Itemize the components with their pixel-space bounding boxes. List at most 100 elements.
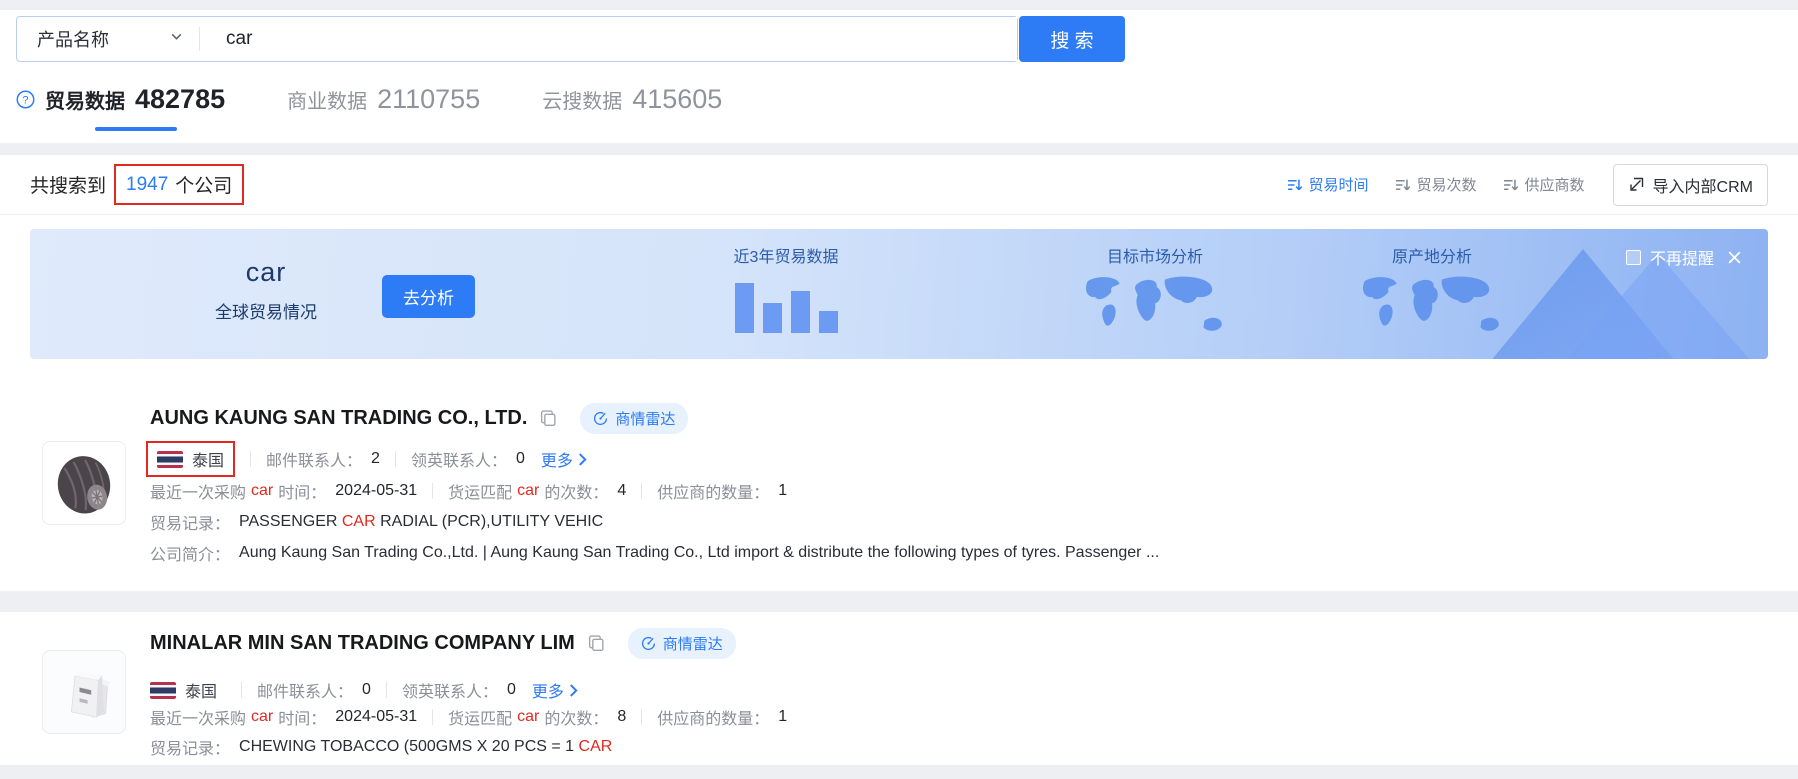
last-purchase-prefix: 最近一次采购	[150, 705, 246, 729]
analyze-button[interactable]: 去分析	[382, 275, 475, 318]
divider	[386, 682, 387, 698]
mini-bar-chart	[706, 279, 866, 333]
linkedin-contacts-label: 领英联系人：	[411, 447, 507, 471]
radar-icon	[641, 636, 656, 651]
supplier-count-label: 供应商的数量：	[657, 479, 769, 503]
close-icon[interactable]	[1727, 250, 1742, 265]
company-meta-row: 泰国 邮件联系人： 0 领英联系人： 0 更多	[150, 674, 579, 706]
country-label: 泰国	[185, 678, 217, 702]
supplier-count-value: 1	[778, 482, 787, 500]
linkedin-contacts-label: 领英联系人：	[402, 678, 498, 702]
last-purchase-suffix: 时间：	[278, 705, 326, 729]
divider	[395, 451, 396, 467]
thailand-flag-icon	[150, 682, 176, 699]
category-select[interactable]: 产品名称	[17, 17, 199, 61]
keyword-highlight: car	[251, 482, 273, 500]
annotation-box-results: 1947 个公司	[114, 164, 244, 205]
company-name[interactable]: MINALAR MIN SAN TRADING COMPANY LIM	[150, 632, 575, 655]
company-thumbnail-product[interactable]	[42, 650, 126, 734]
last-purchase-prefix: 最近一次采购	[150, 479, 246, 503]
question-circle-icon[interactable]: ?	[16, 90, 35, 109]
results-bar: 共搜索到 1947 个公司 贸易时间 贸易次数	[0, 155, 1798, 215]
trade-record-row: 贸易记录： CHEWING TOBACCO (500GMS X 20 PCS =…	[150, 735, 612, 759]
freight-match-value: 4	[617, 482, 626, 500]
tab-trade-data[interactable]: ? 贸易数据 482785	[16, 84, 225, 131]
tab-cloud-search-data[interactable]: 云搜数据 415605	[542, 84, 722, 131]
trade-record-value: CHEWING TOBACCO (500GMS X 20 PCS = 1 CAR	[239, 738, 612, 756]
company-profile-label: 公司简介：	[150, 541, 230, 565]
results-card: 共搜索到 1947 个公司 贸易时间 贸易次数	[0, 155, 1798, 591]
more-label: 更多	[532, 678, 564, 702]
divider	[641, 483, 642, 499]
keyword-highlight: car	[517, 708, 539, 726]
freight-match-suffix: 的次数：	[544, 479, 608, 503]
badge-label: 商情雷达	[663, 633, 723, 654]
more-label: 更多	[541, 447, 573, 471]
keyword-highlight: car	[251, 708, 273, 726]
results-suffix: 个公司	[175, 171, 232, 198]
sort-trade-count[interactable]: 贸易次数	[1395, 174, 1477, 195]
linkedin-contacts-value: 0	[507, 681, 516, 699]
company-profile-row: 公司简介： Aung Kaung San Trading Co.,Ltd. | …	[150, 541, 1159, 565]
category-select-label: 产品名称	[37, 26, 109, 52]
annotation-box-country: 泰国	[146, 441, 235, 477]
divider	[241, 682, 242, 698]
sort-descending-icon	[1395, 177, 1411, 193]
search-input[interactable]	[200, 17, 1017, 61]
business-radar-badge[interactable]: 商情雷达	[628, 628, 736, 659]
tab-label: 云搜数据	[542, 85, 622, 114]
analysis-banner: car 全球贸易情况 去分析 近3年贸易数据 目标市场分析	[30, 229, 1768, 359]
banner-keyword-block: car 全球贸易情况	[200, 257, 332, 323]
radar-icon	[593, 411, 608, 426]
more-link[interactable]: 更多	[532, 678, 579, 702]
tab-count: 2110755	[377, 84, 480, 115]
sort-supplier-count[interactable]: 供应商数	[1503, 174, 1585, 195]
email-contacts-label: 邮件联系人：	[257, 678, 353, 702]
freight-match-suffix: 的次数：	[544, 705, 608, 729]
tab-business-data[interactable]: 商业数据 2110755	[287, 84, 480, 131]
sort-label: 贸易时间	[1309, 174, 1369, 195]
copy-icon[interactable]	[587, 634, 606, 653]
trade-record-keyword: CAR	[579, 738, 613, 755]
country-label: 泰国	[192, 447, 224, 471]
email-contacts-value: 0	[362, 681, 371, 699]
company-stats-row: 最近一次采购 car 时间： 2024-05-31 货运匹配 car 的次数： …	[150, 705, 787, 729]
company-thumbnail-tire[interactable]	[42, 441, 126, 525]
thailand-flag-icon	[157, 451, 183, 468]
search-row: 产品名称 搜 索	[16, 16, 1125, 62]
copy-icon[interactable]	[539, 409, 558, 428]
last-purchase-suffix: 时间：	[278, 479, 326, 503]
trade-record-value: PASSENGER CAR RADIAL (PCR),UTILITY VEHIC	[239, 513, 603, 531]
banner-dismiss: 不再提醒	[1626, 245, 1742, 269]
world-map-icon	[1348, 334, 1516, 351]
supplier-count-value: 1	[778, 708, 787, 726]
sort-trade-time[interactable]: 贸易时间	[1287, 174, 1369, 195]
business-radar-badge[interactable]: 商情雷达	[580, 403, 688, 434]
badge-label: 商情雷达	[615, 408, 675, 429]
more-link[interactable]: 更多	[541, 447, 588, 471]
freight-match-prefix: 货运匹配	[448, 705, 512, 729]
search-box: 产品名称	[16, 16, 1018, 62]
divider	[432, 709, 433, 725]
sort-descending-icon	[1287, 177, 1303, 193]
trade-record-text: RADIAL (PCR),UTILITY VEHIC	[376, 513, 604, 530]
chevron-right-icon	[568, 684, 579, 697]
trade-record-text: PASSENGER	[239, 513, 342, 530]
company-profile-text: Aung Kaung San Trading Co.,Ltd. | Aung K…	[239, 544, 1159, 562]
last-purchase-date: 2024-05-31	[335, 708, 417, 726]
import-crm-button[interactable]: 导入内部CRM	[1613, 164, 1768, 206]
banner-chart-block: 近3年贸易数据	[706, 243, 866, 333]
country-wrap: 泰国	[150, 674, 226, 706]
divider	[641, 709, 642, 725]
dismiss-checkbox[interactable]	[1626, 250, 1641, 265]
company-card: AUNG KAUNG SAN TRADING CO., LTD. 商情雷达 泰国	[0, 389, 1798, 591]
company-title-row: AUNG KAUNG SAN TRADING CO., LTD. 商情雷达	[150, 403, 688, 434]
sort-descending-icon	[1503, 177, 1519, 193]
trade-record-row: 贸易记录： PASSENGER CAR RADIAL (PCR),UTILITY…	[150, 510, 603, 534]
import-crm-label: 导入内部CRM	[1653, 173, 1753, 197]
search-button[interactable]: 搜 索	[1019, 16, 1125, 62]
sort-label: 贸易次数	[1417, 174, 1477, 195]
sort-label: 供应商数	[1525, 174, 1585, 195]
trade-record-keyword: CAR	[342, 513, 376, 530]
company-name[interactable]: AUNG KAUNG SAN TRADING CO., LTD.	[150, 407, 527, 430]
